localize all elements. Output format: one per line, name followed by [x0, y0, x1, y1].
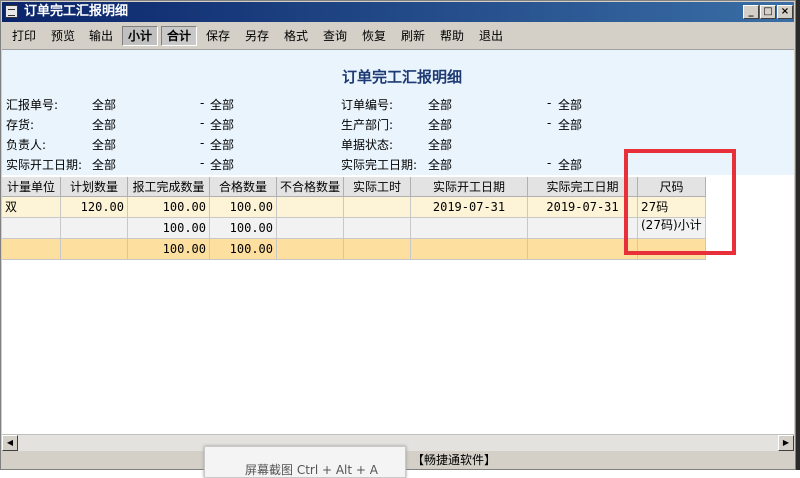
- table-cell[interactable]: [344, 197, 411, 218]
- print-button[interactable]: 打印: [7, 26, 41, 46]
- column-header-actual-finish[interactable]: 实际完工日期: [528, 177, 638, 197]
- filter-to-actual-finish[interactable]: 全部: [558, 156, 582, 173]
- maximize-button[interactable]: □: [760, 5, 776, 19]
- filter-label-actual-start: 实际开工日期:: [6, 158, 83, 172]
- filter-label-actual-finish: 实际完工日期:: [341, 158, 418, 172]
- table-cell[interactable]: 双: [2, 197, 61, 218]
- preview-button[interactable]: 预览: [46, 26, 80, 46]
- filter-dash: -: [547, 156, 552, 170]
- table-cell[interactable]: 2019-07-31: [528, 197, 638, 218]
- column-header-qualified-qty[interactable]: 合格数量: [210, 177, 277, 197]
- table-cell[interactable]: [277, 218, 344, 239]
- filter-from-actual-start[interactable]: 全部: [92, 156, 116, 173]
- column-header-unqualified-qty[interactable]: 不合格数量: [277, 177, 344, 197]
- table-cell[interactable]: 100.00: [128, 197, 210, 218]
- format-button[interactable]: 格式: [279, 26, 313, 46]
- query-button[interactable]: 查询: [318, 26, 352, 46]
- screenshot-tooltip: 屏幕截图 Ctrl + Alt + A: [204, 446, 406, 478]
- table-cell[interactable]: [277, 239, 344, 260]
- filter-label-inventory: 存货:: [6, 118, 35, 132]
- table-cell[interactable]: [61, 218, 128, 239]
- exit-button[interactable]: 退出: [474, 26, 508, 46]
- table-cell[interactable]: 100.00: [210, 197, 277, 218]
- filter-dash: -: [200, 116, 205, 130]
- filter-to-actual-start[interactable]: 全部: [210, 156, 234, 173]
- column-header-unit[interactable]: 计量单位: [2, 177, 61, 197]
- filter-label-department: 生产部门:: [341, 118, 394, 132]
- column-header-actual-start[interactable]: 实际开工日期: [411, 177, 528, 197]
- table-cell[interactable]: [411, 218, 528, 239]
- scroll-left-arrow-icon[interactable]: ◀: [2, 435, 18, 451]
- table-cell[interactable]: 100.00: [128, 239, 210, 260]
- report-title: 订单完工汇报明细: [341, 68, 462, 86]
- column-header-actual-hours[interactable]: 实际工时: [344, 177, 411, 197]
- filter-dash: -: [200, 136, 205, 150]
- table-cell[interactable]: [2, 218, 61, 239]
- table-cell[interactable]: [61, 239, 128, 260]
- background-window-strip: [796, 0, 800, 470]
- filter-to-order-no[interactable]: 全部: [558, 96, 582, 113]
- filter-dash: -: [547, 96, 552, 110]
- filter-dash: -: [200, 156, 205, 170]
- table-cell[interactable]: [344, 218, 411, 239]
- table-cell[interactable]: [528, 239, 638, 260]
- table-cell[interactable]: [411, 239, 528, 260]
- filter-label-owner: 负责人:: [6, 138, 47, 152]
- minimize-button[interactable]: _: [743, 5, 759, 19]
- table-cell[interactable]: 100.00: [210, 218, 277, 239]
- filter-to-inventory[interactable]: 全部: [210, 116, 234, 133]
- scroll-right-arrow-icon[interactable]: ▶: [778, 435, 794, 451]
- total-button[interactable]: 合计: [161, 26, 197, 46]
- restore-button[interactable]: 恢复: [357, 26, 391, 46]
- close-button[interactable]: ×: [777, 5, 793, 19]
- title-bar[interactable]: 订单完工汇报明细 _ □ ×: [2, 2, 794, 22]
- help-button[interactable]: 帮助: [435, 26, 469, 46]
- app-icon: [5, 5, 18, 18]
- highlight-annotation: [624, 149, 736, 255]
- export-button[interactable]: 输出: [84, 26, 118, 46]
- filter-from-department[interactable]: 全部: [428, 116, 452, 133]
- save-as-button[interactable]: 另存: [240, 26, 274, 46]
- filter-to-department[interactable]: 全部: [558, 116, 582, 133]
- filter-from-report-no[interactable]: 全部: [92, 96, 116, 113]
- table-cell[interactable]: 100.00: [128, 218, 210, 239]
- toolbar: 打印 预览 输出 小计 合计 保存 另存 格式 查询 恢复 刷新 帮助 退出: [2, 23, 794, 50]
- filter-dash: -: [200, 96, 205, 110]
- window-title: 订单完工汇报明细: [24, 4, 129, 19]
- filter-from-inventory[interactable]: 全部: [92, 116, 116, 133]
- filter-from-order-no[interactable]: 全部: [428, 96, 452, 113]
- filter-dash: -: [547, 116, 552, 130]
- filter-from-actual-finish[interactable]: 全部: [428, 156, 452, 173]
- subtotal-button[interactable]: 小计: [122, 26, 158, 46]
- filter-label-report-no: 汇报单号:: [6, 98, 59, 112]
- filter-label-status: 单据状态:: [341, 138, 394, 152]
- table-cell[interactable]: 100.00: [210, 239, 277, 260]
- table-cell[interactable]: [2, 239, 61, 260]
- brand-label: 【畅捷通软件】: [412, 453, 497, 467]
- filter-label-order-no: 订单编号:: [341, 98, 394, 112]
- table-cell[interactable]: 2019-07-31: [411, 197, 528, 218]
- column-header-planned-qty[interactable]: 计划数量: [61, 177, 128, 197]
- filter-to-report-no[interactable]: 全部: [210, 96, 234, 113]
- filter-from-status[interactable]: 全部: [428, 136, 452, 153]
- save-button[interactable]: 保存: [201, 26, 235, 46]
- column-header-reported-qty[interactable]: 报工完成数量: [128, 177, 210, 197]
- table-cell[interactable]: [277, 197, 344, 218]
- table-cell[interactable]: 120.00: [61, 197, 128, 218]
- table-cell[interactable]: [344, 239, 411, 260]
- filter-from-owner[interactable]: 全部: [92, 136, 116, 153]
- refresh-button[interactable]: 刷新: [396, 26, 430, 46]
- filter-to-owner[interactable]: 全部: [210, 136, 234, 153]
- table-cell[interactable]: [528, 218, 638, 239]
